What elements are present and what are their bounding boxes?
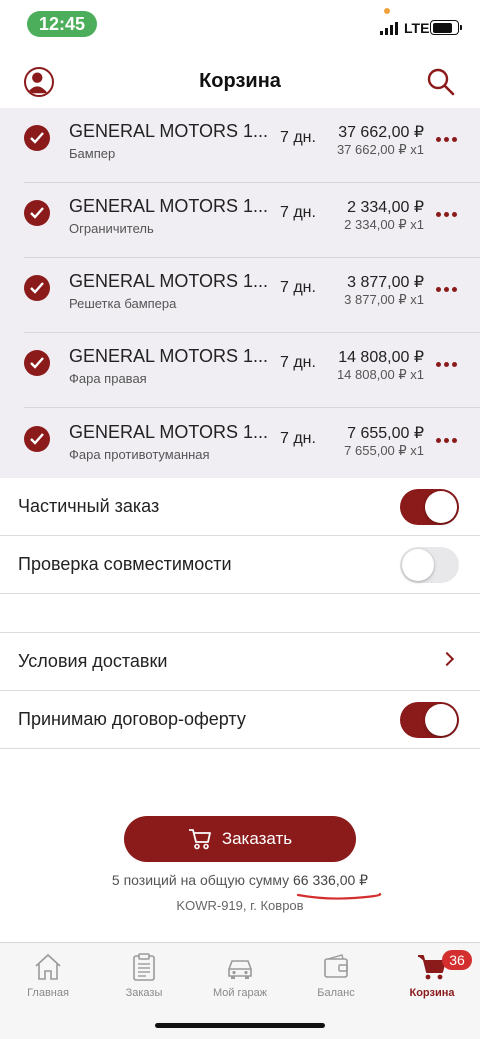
item-checkbox[interactable] xyxy=(24,125,50,151)
item-delivery-days: 7 дн. xyxy=(280,430,316,447)
item-unit-price: 2 334,00 ₽ x1 xyxy=(344,217,424,232)
status-bar: 12:45 LTE xyxy=(0,0,480,48)
item-subtitle: Бампер xyxy=(69,146,116,161)
more-options-icon[interactable] xyxy=(436,438,457,443)
item-unit-price: 3 877,00 ₽ x1 xyxy=(344,292,424,307)
checkmark-icon xyxy=(30,433,44,445)
cart-item[interactable]: GENERAL MOTORS 1... Фара противотуманная… xyxy=(0,408,480,483)
chevron-right-icon xyxy=(439,651,455,667)
item-title: GENERAL MOTORS 1... xyxy=(69,271,269,291)
offer-agreement-toggle[interactable] xyxy=(400,702,459,738)
header: Корзина xyxy=(0,56,480,106)
signal-icon xyxy=(380,22,398,35)
checkmark-icon xyxy=(30,282,44,294)
item-subtitle: Ограничитель xyxy=(69,221,154,236)
offer-agreement-label: Принимаю договор-оферту xyxy=(18,709,246,729)
item-delivery-days: 7 дн. xyxy=(280,354,316,371)
clipboard-icon xyxy=(133,953,155,981)
order-summary: 5 позиций на общую сумму 66 336,00 ₽ xyxy=(0,872,480,889)
item-delivery-days: 7 дн. xyxy=(280,129,316,146)
item-delivery-days: 7 дн. xyxy=(280,204,316,221)
item-subtitle: Фара правая xyxy=(69,371,147,386)
item-unit-price: 14 808,00 ₽ x1 xyxy=(336,367,424,382)
item-subtitle: Фара противотуманная xyxy=(69,447,210,462)
compatibility-label: Проверка совместимости xyxy=(18,554,232,574)
item-price: 2 334,00 ₽ xyxy=(347,199,424,216)
item-unit-price: 37 662,00 ₽ x1 xyxy=(336,142,424,157)
more-options-icon[interactable] xyxy=(436,137,457,142)
delivery-conditions-label: Условия доставки xyxy=(18,651,168,671)
checkmark-icon xyxy=(30,357,44,369)
item-unit-price: 7 655,00 ₽ x1 xyxy=(344,443,424,458)
cart-item[interactable]: GENERAL MOTORS 1... Ограничитель 7 дн. 2… xyxy=(0,183,480,258)
checkmark-icon xyxy=(30,207,44,219)
privacy-indicator-dot xyxy=(384,8,390,14)
compatibility-toggle[interactable] xyxy=(400,547,459,583)
tab-label: Заказы xyxy=(125,987,163,999)
item-price: 7 655,00 ₽ xyxy=(347,425,424,442)
summary-prefix: 5 позиций на общую сумму xyxy=(111,872,290,888)
page-title: Корзина xyxy=(199,70,281,92)
item-title: GENERAL MOTORS 1... xyxy=(69,121,269,141)
item-subtitle: Решетка бампера xyxy=(69,296,177,311)
item-checkbox[interactable] xyxy=(24,200,50,226)
compatibility-row: Проверка совместимости xyxy=(0,536,480,594)
item-title: GENERAL MOTORS 1... xyxy=(69,346,269,366)
item-price: 14 808,00 ₽ xyxy=(338,349,424,366)
car-icon xyxy=(228,960,252,979)
order-button[interactable]: Заказать xyxy=(124,816,356,862)
checkmark-icon xyxy=(30,132,44,144)
home-icon xyxy=(35,953,61,980)
tab-balance[interactable]: Баланс xyxy=(288,951,384,1007)
delivery-conditions-row[interactable]: Условия доставки xyxy=(0,633,480,691)
item-price: 37 662,00 ₽ xyxy=(338,124,424,141)
item-delivery-days: 7 дн. xyxy=(280,279,316,296)
status-time: 12:45 xyxy=(27,11,97,37)
more-options-icon[interactable] xyxy=(436,362,457,367)
tab-label: Корзина xyxy=(409,987,455,999)
item-title: GENERAL MOTORS 1... xyxy=(69,422,269,442)
item-title: GENERAL MOTORS 1... xyxy=(69,196,269,216)
tab-label: Баланс xyxy=(317,987,355,999)
offer-agreement-row: Принимаю договор-оферту xyxy=(0,691,480,749)
cart-icon xyxy=(188,829,211,850)
summary-total: 66 336,00 ₽ xyxy=(293,872,369,888)
partial-order-label: Частичный заказ xyxy=(18,496,160,516)
home-indicator[interactable] xyxy=(155,1023,325,1028)
search-icon xyxy=(427,68,455,96)
item-checkbox[interactable] xyxy=(24,426,50,452)
partial-order-row: Частичный заказ xyxy=(0,478,480,536)
item-checkbox[interactable] xyxy=(24,275,50,301)
more-options-icon[interactable] xyxy=(436,287,457,292)
battery-icon xyxy=(430,20,462,35)
network-type: LTE xyxy=(404,20,430,36)
wallet-icon xyxy=(324,954,348,978)
cart-item[interactable]: GENERAL MOTORS 1... Решетка бампера 7 дн… xyxy=(0,258,480,333)
search-button[interactable] xyxy=(426,67,456,97)
cart-item[interactable]: GENERAL MOTORS 1... Фара правая 7 дн. 14… xyxy=(0,333,480,408)
cart-item[interactable]: GENERAL MOTORS 1... Бампер 7 дн. 37 662,… xyxy=(0,108,480,183)
tab-label: Мой гараж xyxy=(212,987,268,999)
cart-count-badge: 36 xyxy=(442,950,472,970)
tab-home[interactable]: Главная xyxy=(0,951,96,1007)
tab-label: Главная xyxy=(27,987,69,999)
tab-garage[interactable]: Мой гараж xyxy=(192,951,288,1007)
more-options-icon[interactable] xyxy=(436,212,457,217)
cart-list: GENERAL MOTORS 1... Бампер 7 дн. 37 662,… xyxy=(0,108,480,478)
partial-order-toggle[interactable] xyxy=(400,489,459,525)
client-address: KOWR-919, г. Ковров xyxy=(176,898,304,913)
order-button-label: Заказать xyxy=(221,829,293,848)
item-checkbox[interactable] xyxy=(24,350,50,376)
tab-orders[interactable]: Заказы xyxy=(96,951,192,1007)
item-price: 3 877,00 ₽ xyxy=(347,274,424,291)
